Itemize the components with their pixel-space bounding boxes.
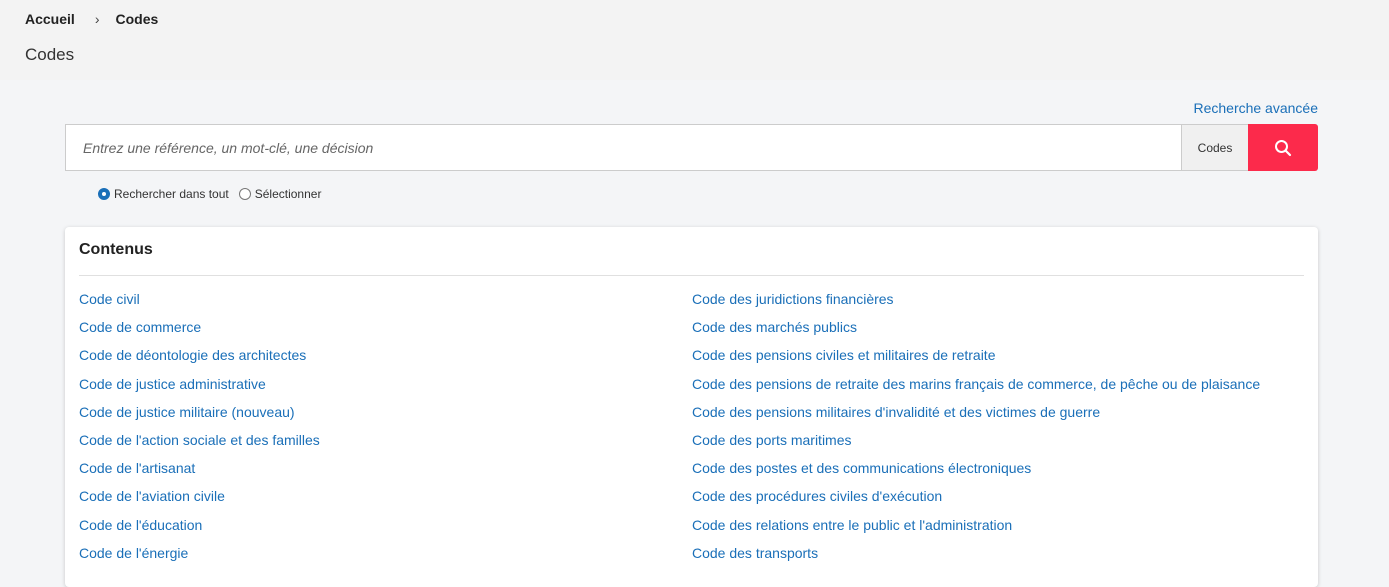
top-bar: Accueil › Codes Codes bbox=[0, 0, 1389, 80]
radio-checked-icon[interactable] bbox=[98, 188, 110, 200]
search-button[interactable] bbox=[1248, 124, 1318, 171]
breadcrumb-current: Codes bbox=[115, 11, 159, 27]
contents-panel: Contenus Code civil Code de commerce Cod… bbox=[65, 227, 1318, 587]
code-link[interactable]: Code des pensions civiles et militaires … bbox=[692, 345, 1260, 373]
advanced-search-link[interactable]: Recherche avancée bbox=[1193, 100, 1318, 116]
search-icon bbox=[1275, 139, 1292, 156]
code-link[interactable]: Code des marchés publics bbox=[692, 317, 1260, 345]
search-bar: Codes bbox=[65, 124, 1318, 171]
code-link[interactable]: Code de l'énergie bbox=[79, 543, 320, 571]
codes-list-left: Code civil Code de commerce Code de déon… bbox=[79, 289, 320, 571]
code-link[interactable]: Code de l'artisanat bbox=[79, 458, 320, 486]
code-link[interactable]: Code de commerce bbox=[79, 317, 320, 345]
scope-select[interactable]: Codes bbox=[1181, 124, 1248, 171]
chevron-right-icon: › bbox=[94, 11, 100, 27]
code-link[interactable]: Code des pensions de retraite des marins… bbox=[692, 374, 1260, 402]
search-scope-radios: Rechercher dans tout Sélectionner bbox=[98, 187, 331, 201]
search-input[interactable] bbox=[65, 124, 1181, 171]
code-link[interactable]: Code de l'action sociale et des familles bbox=[79, 430, 320, 458]
breadcrumb: Accueil › Codes bbox=[25, 11, 158, 27]
code-link[interactable]: Code des transports bbox=[692, 543, 1260, 571]
code-link[interactable]: Code de l'aviation civile bbox=[79, 486, 320, 514]
code-link[interactable]: Code des relations entre le public et l'… bbox=[692, 515, 1260, 543]
radio-search-all[interactable]: Rechercher dans tout bbox=[98, 187, 229, 201]
code-link[interactable]: Code des juridictions financières bbox=[692, 289, 1260, 317]
panel-divider bbox=[79, 275, 1304, 276]
code-link[interactable]: Code civil bbox=[79, 289, 320, 317]
code-link[interactable]: Code des pensions militaires d'invalidit… bbox=[692, 402, 1260, 430]
radio-search-all-label: Rechercher dans tout bbox=[114, 187, 229, 201]
radio-select-label: Sélectionner bbox=[254, 187, 322, 201]
radio-select[interactable]: Sélectionner bbox=[238, 187, 322, 201]
codes-list-right: Code des juridictions financières Code d… bbox=[692, 289, 1260, 571]
code-link[interactable]: Code de justice militaire (nouveau) bbox=[79, 402, 320, 430]
panel-title: Contenus bbox=[79, 241, 153, 258]
code-link[interactable]: Code de l'éducation bbox=[79, 515, 320, 543]
radio-unchecked-icon[interactable] bbox=[238, 188, 251, 200]
code-link[interactable]: Code de déontologie des architectes bbox=[79, 345, 320, 373]
code-link[interactable]: Code des procédures civiles d'exécution bbox=[692, 486, 1260, 514]
page-title: Codes bbox=[25, 45, 75, 64]
breadcrumb-home[interactable]: Accueil bbox=[25, 11, 75, 27]
code-link[interactable]: Code des postes et des communications él… bbox=[692, 458, 1260, 486]
code-link[interactable]: Code de justice administrative bbox=[79, 374, 320, 402]
code-link[interactable]: Code des ports maritimes bbox=[692, 430, 1260, 458]
